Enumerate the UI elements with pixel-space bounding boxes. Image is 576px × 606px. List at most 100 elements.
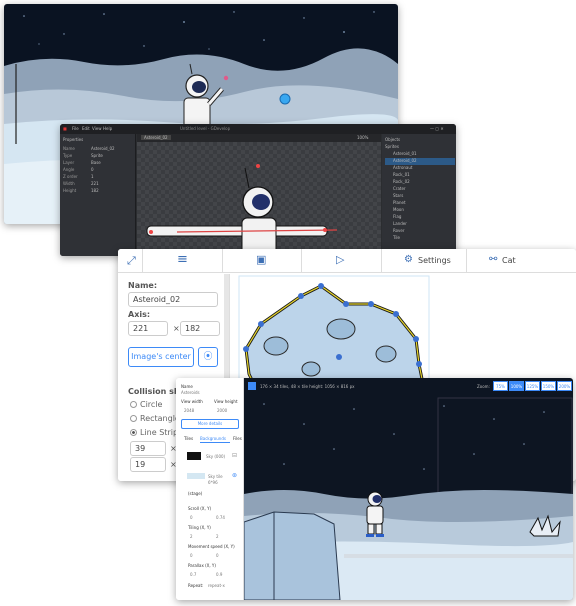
name-label: Name: — [128, 281, 158, 290]
tree-item[interactable]: Astronaut — [385, 165, 455, 172]
tree-item[interactable]: Planet — [385, 200, 455, 207]
property-row[interactable]: Name Asteroid_02 — [63, 146, 133, 152]
view-height-input[interactable]: 2000 — [217, 408, 227, 413]
property-row[interactable]: Height 182 — [63, 188, 133, 194]
tab-tiles[interactable]: Tiles — [184, 436, 193, 441]
menu-icon[interactable]: ≡ — [177, 252, 188, 267]
menu-view[interactable]: View — [92, 126, 102, 131]
level-scene[interactable] — [244, 394, 573, 600]
property-row[interactable]: Angle 0 — [63, 167, 133, 173]
property-value[interactable]: Sprite — [91, 153, 103, 158]
axis-times: × — [173, 324, 180, 333]
property-row[interactable]: Layer Base — [63, 160, 133, 166]
level-grid-icon[interactable] — [248, 382, 256, 390]
play-icon[interactable]: ▷ — [336, 253, 344, 266]
parallax-x[interactable]: 0.7 — [190, 572, 196, 577]
remove-layer-icon[interactable]: ⊟ — [232, 452, 237, 459]
property-row[interactable]: Width 221 — [63, 181, 133, 187]
locate-pin-icon[interactable]: ⦿ — [198, 347, 218, 367]
tiling-label: Tiling (X, Y) — [188, 525, 211, 530]
layer-thumbnail[interactable] — [187, 473, 205, 479]
level-name-value[interactable]: Asteroids — [181, 390, 200, 395]
tree-item[interactable]: Stars — [385, 193, 455, 200]
settings-button[interactable]: Settings — [418, 256, 451, 265]
repeat-select[interactable]: repeat-x — [208, 583, 225, 588]
property-value[interactable]: Base — [91, 160, 101, 165]
sky-color-swatch[interactable] — [187, 452, 201, 460]
tree-item[interactable]: Rover — [385, 228, 455, 235]
menu-edit[interactable]: Edit — [82, 126, 90, 131]
property-value[interactable]: Asteroid_02 — [91, 146, 115, 151]
speed-y[interactable]: 0 — [216, 553, 219, 558]
property-value[interactable]: 221 — [91, 181, 99, 186]
menu-file[interactable]: File — [72, 126, 79, 131]
light-toolbar: ⤢ ≡ ▣ ▷ ⚙ Settings ⚯ Cat — [118, 249, 576, 273]
property-value[interactable]: 182 — [91, 188, 99, 193]
shape-circle-radio[interactable]: Circle — [130, 400, 162, 409]
tree-item[interactable]: Rock_02 — [385, 179, 455, 186]
property-row[interactable]: Z order 1 — [63, 174, 133, 180]
zoom-option-button[interactable]: 75% — [493, 381, 508, 391]
expand-icon[interactable]: ⤢ — [127, 254, 136, 268]
property-key: Height — [63, 188, 77, 193]
property-value[interactable]: 1 — [91, 174, 94, 179]
layer-text: Sky tile — [208, 474, 223, 479]
astronaut-tpose — [137, 142, 381, 256]
tree-item[interactable]: Flag — [385, 214, 455, 221]
window-controls-icon[interactable]: — ▢ ✕ — [430, 126, 444, 131]
axis-x-input[interactable]: 221 — [128, 321, 168, 336]
menu-help[interactable]: Help — [103, 126, 112, 131]
tree-title: Objects — [385, 137, 401, 142]
tab-backgrounds[interactable]: Backgrounds — [200, 436, 226, 441]
shape-rectangle-radio[interactable]: Rectangle — [130, 414, 180, 423]
property-key: Width — [63, 181, 75, 186]
dark-canvas[interactable]: Asteroid_02 100% Astronaut_01 — [137, 134, 381, 256]
zoom-option-button[interactable]: 200% — [557, 381, 572, 391]
settings-icon[interactable]: ⚙ — [404, 254, 413, 265]
properties-panel: Properties Name Asteroid_02 Type Sprite Laye… — [60, 134, 136, 256]
speed-label: Movement speed (X, Y) — [188, 544, 235, 549]
view-width-input[interactable]: 2048 — [184, 408, 194, 413]
name-input[interactable]: Asteroid_02 — [128, 292, 218, 307]
tab-asteroid[interactable]: Asteroid_02 — [141, 135, 171, 140]
tiling-y[interactable]: 2 — [216, 534, 219, 539]
more-details-button[interactable]: More details — [181, 419, 239, 429]
zoom-option-button[interactable]: 150% — [541, 381, 556, 391]
image-center-button[interactable]: Image's center — [128, 347, 194, 367]
tiling-x[interactable]: 2 — [190, 534, 193, 539]
property-key: Z order — [63, 174, 78, 179]
tree-item[interactable]: Rock_01 — [385, 172, 455, 179]
property-key: Angle — [63, 167, 75, 172]
tree-item[interactable]: Crater — [385, 186, 455, 193]
save-icon[interactable]: ▣ — [256, 253, 266, 266]
zoom-option-button[interactable]: 100% — [509, 381, 524, 391]
axis-label: Axis: — [128, 310, 151, 319]
speed-x[interactable]: 0 — [190, 553, 193, 558]
tree-item[interactable]: Lander — [385, 221, 455, 228]
sky-color-value: Sky (000) — [206, 454, 226, 459]
parallax-y[interactable]: 0.9 — [216, 572, 222, 577]
dark-menubar: ■ File Edit View Help Untitled level - G… — [60, 124, 456, 134]
layer-settings-icon[interactable]: ⊛ — [232, 472, 237, 479]
property-value[interactable]: 0 — [91, 167, 94, 172]
scroll-y[interactable]: 0.74 — [216, 515, 225, 520]
tree-item[interactable]: Tile — [385, 235, 455, 242]
tree-item[interactable]: Sprites — [385, 144, 455, 151]
axis-y-input[interactable]: 182 — [180, 321, 220, 336]
tree-item[interactable]: Asteroid_02 — [385, 158, 455, 165]
scroll-x[interactable]: 0 — [190, 515, 193, 520]
zoom-button-group: 75% 100% 125% 150% 200% — [493, 381, 573, 391]
point-2-x-input[interactable]: 19 — [130, 457, 166, 472]
zoom-option-button[interactable]: 125% — [525, 381, 540, 391]
property-row[interactable]: Type Sprite — [63, 153, 133, 159]
tree-item[interactable]: Asteroid_01 — [385, 151, 455, 158]
tree-item[interactable]: Moon — [385, 207, 455, 214]
share-icon[interactable]: ⚯ — [489, 254, 497, 265]
tab-files[interactable]: Files — [233, 436, 242, 441]
zoom-readout[interactable]: 100% — [357, 135, 368, 140]
level-header: 176 × 34 tiles, 48 × tile height: 1056 ×… — [244, 378, 573, 394]
scroll-label: Scroll (X, Y) — [188, 506, 212, 511]
point-1-x-input[interactable]: 39 — [130, 441, 166, 456]
next-tab-label[interactable]: Cat — [502, 256, 516, 265]
properties-title: Properties — [63, 137, 84, 142]
